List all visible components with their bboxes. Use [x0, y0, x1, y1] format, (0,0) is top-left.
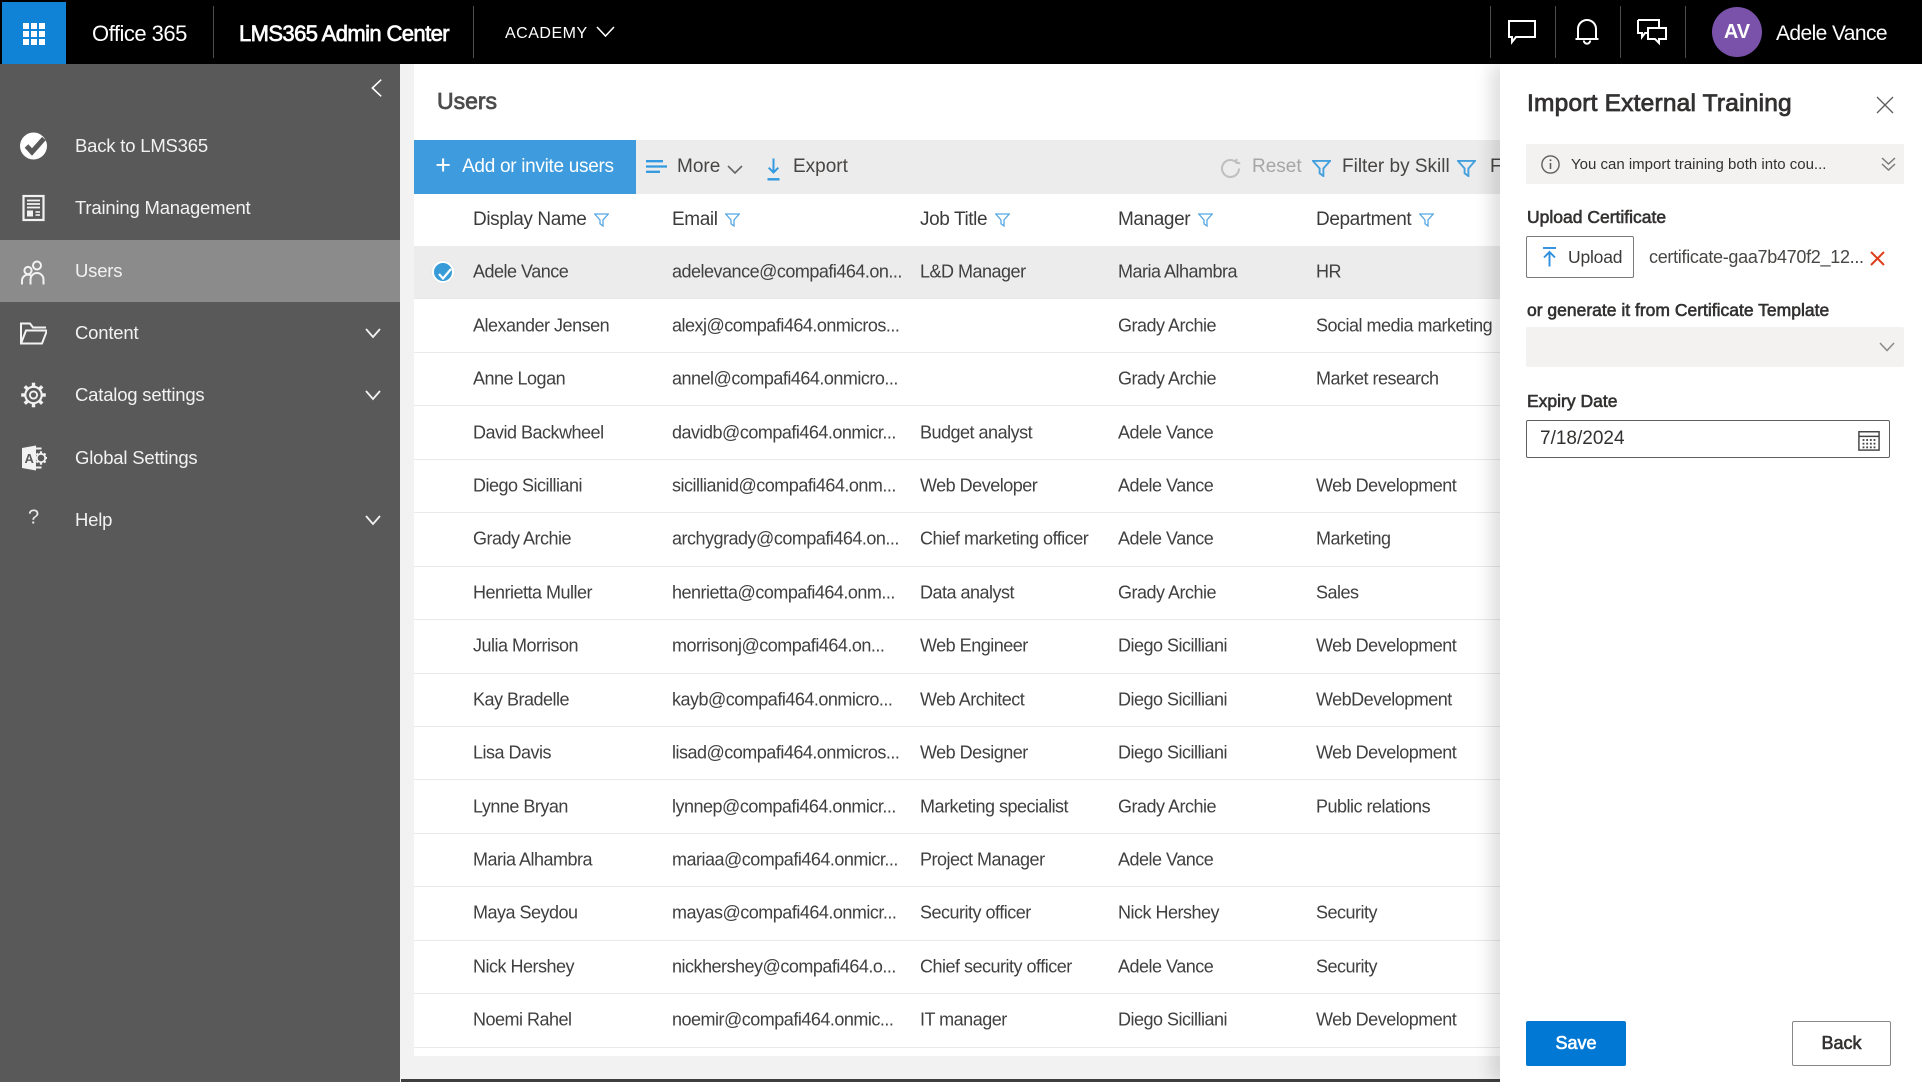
svg-text:A: A — [25, 451, 35, 466]
